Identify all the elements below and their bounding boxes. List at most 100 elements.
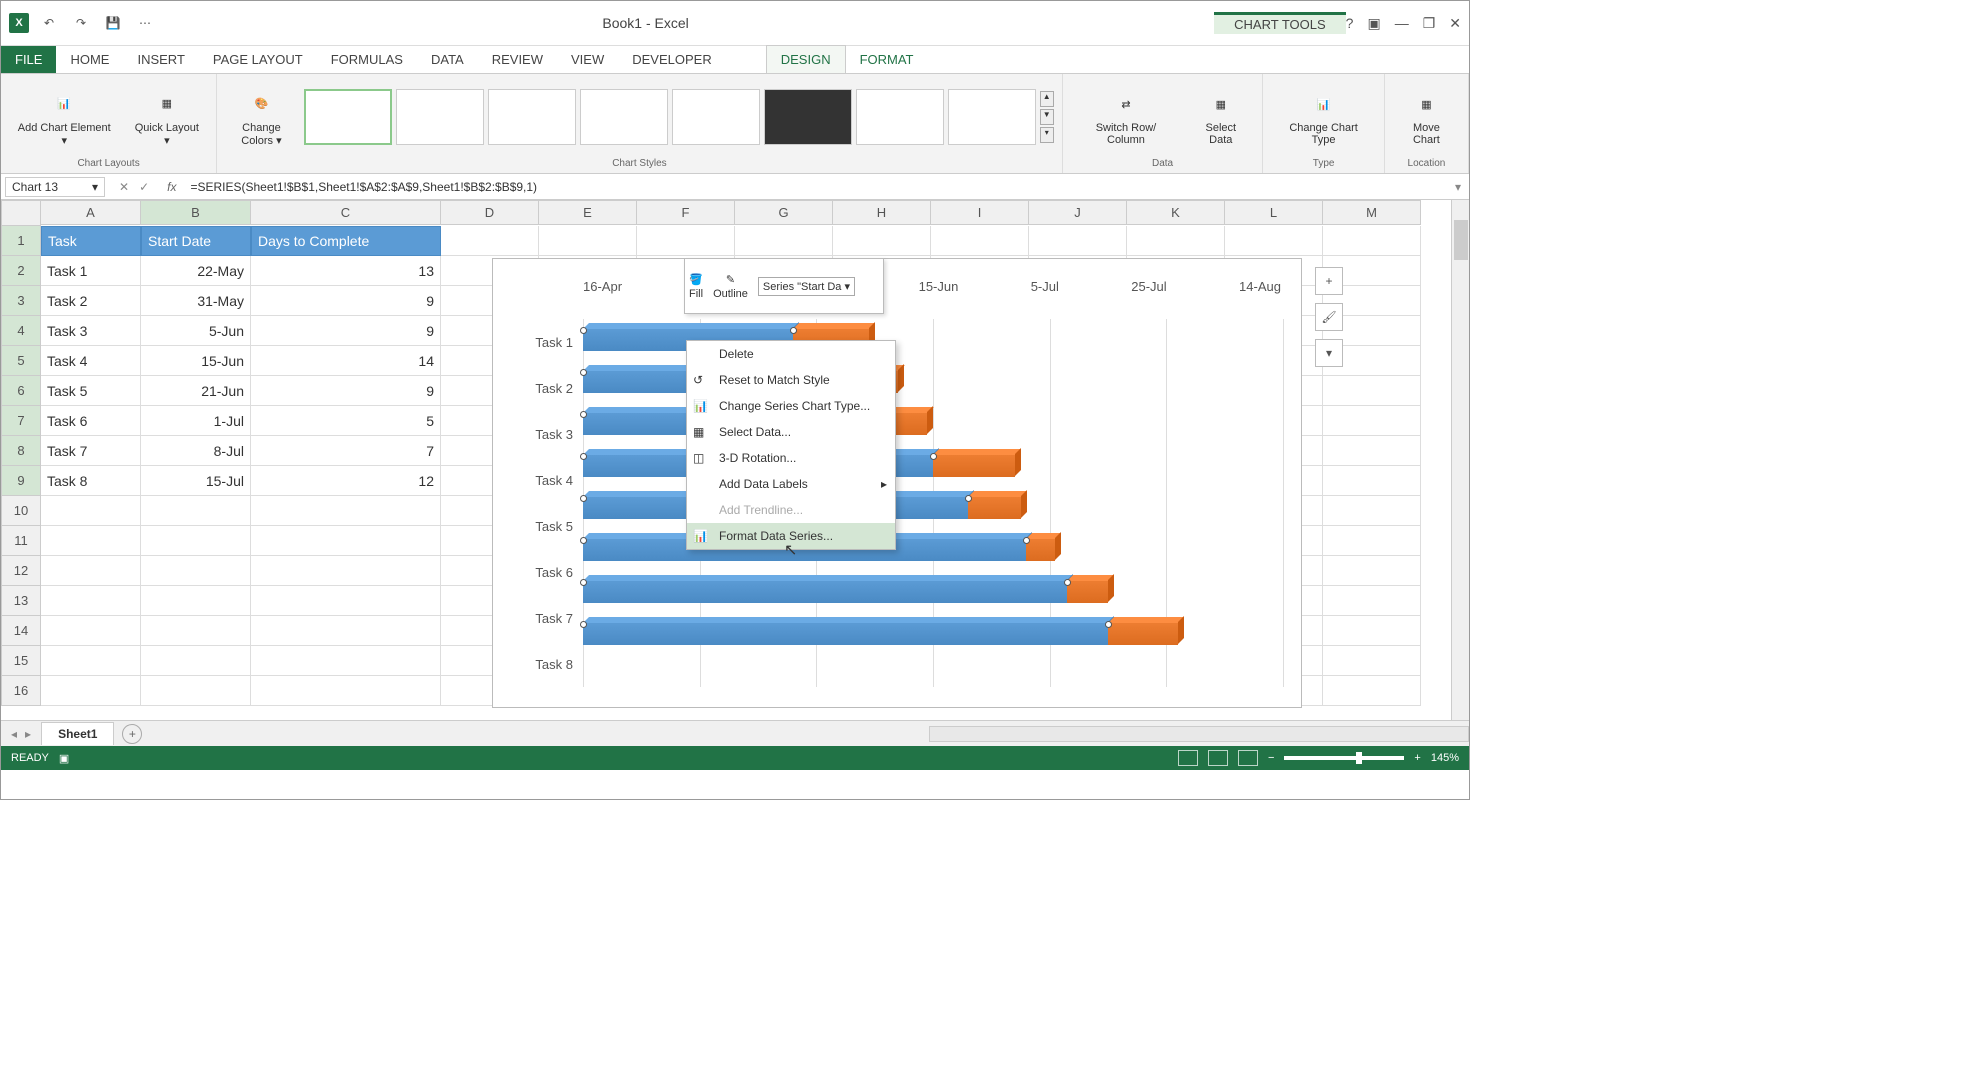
cell-M15[interactable]	[1323, 646, 1421, 676]
bar-duration-Task 7[interactable]	[1067, 581, 1108, 603]
cell-D1[interactable]	[441, 226, 539, 256]
chart-style-1[interactable]	[304, 89, 392, 145]
cell-A5[interactable]: Task 4	[41, 346, 141, 376]
cell-A6[interactable]: Task 5	[41, 376, 141, 406]
cell-M6[interactable]	[1323, 376, 1421, 406]
cell-A9[interactable]: Task 8	[41, 466, 141, 496]
col-B[interactable]: B	[141, 200, 251, 225]
col-H[interactable]: H	[833, 200, 931, 225]
cell-A2[interactable]: Task 1	[41, 256, 141, 286]
cell-A1[interactable]: Task	[41, 226, 141, 256]
cell-A16[interactable]	[41, 676, 141, 706]
cell-B1[interactable]: Start Date	[141, 226, 251, 256]
mini-outline-button[interactable]: ✎ Outline	[713, 273, 748, 300]
cell-L1[interactable]	[1225, 226, 1323, 256]
col-E[interactable]: E	[539, 200, 637, 225]
tab-review[interactable]: REVIEW	[478, 46, 557, 73]
cell-B3[interactable]: 31-May	[141, 286, 251, 316]
move-chart-button[interactable]: ▦ Move Chart	[1393, 84, 1460, 150]
mini-series-select[interactable]: Series "Start Da ▾	[758, 277, 855, 296]
cell-C6[interactable]: 9	[251, 376, 441, 406]
col-I[interactable]: I	[931, 200, 1029, 225]
add-chart-element-button[interactable]: 📊 Add Chart Element ▾	[9, 84, 120, 151]
cancel-formula-button[interactable]: ✕	[119, 180, 129, 194]
chart-style-7[interactable]	[856, 89, 944, 145]
cell-C4[interactable]: 9	[251, 316, 441, 346]
row-5[interactable]: 5	[1, 346, 41, 376]
vertical-scrollbar[interactable]	[1451, 200, 1469, 720]
cell-B12[interactable]	[141, 556, 251, 586]
zoom-out-button[interactable]: −	[1268, 752, 1274, 764]
col-K[interactable]: K	[1127, 200, 1225, 225]
cell-C2[interactable]: 13	[251, 256, 441, 286]
bar-start-Task 7[interactable]	[583, 581, 1067, 603]
tab-insert[interactable]: INSERT	[123, 46, 198, 73]
cell-M16[interactable]	[1323, 676, 1421, 706]
ctx-select-data[interactable]: ▦Select Data...	[687, 419, 895, 445]
row-15[interactable]: 15	[1, 646, 41, 676]
col-A[interactable]: A	[41, 200, 141, 225]
page-break-view-button[interactable]	[1238, 750, 1258, 766]
chart-elements-button[interactable]: +	[1315, 267, 1343, 295]
cell-M9[interactable]	[1323, 466, 1421, 496]
ctx-reset[interactable]: ↺Reset to Match Style	[687, 367, 895, 393]
quick-layout-button[interactable]: ▦ Quick Layout ▾	[126, 84, 209, 151]
redo-button[interactable]: ↷	[69, 11, 93, 35]
switch-row-column-button[interactable]: ⇄ Switch Row/ Column	[1071, 84, 1181, 150]
chart-style-8[interactable]	[948, 89, 1036, 145]
chart-style-2[interactable]	[396, 89, 484, 145]
tab-formulas[interactable]: FORMULAS	[317, 46, 417, 73]
col-F[interactable]: F	[637, 200, 735, 225]
cell-C8[interactable]: 7	[251, 436, 441, 466]
cell-B16[interactable]	[141, 676, 251, 706]
cell-F1[interactable]	[637, 226, 735, 256]
cell-M10[interactable]	[1323, 496, 1421, 526]
cell-A14[interactable]	[41, 616, 141, 646]
cell-E1[interactable]	[539, 226, 637, 256]
cell-B14[interactable]	[141, 616, 251, 646]
cell-C13[interactable]	[251, 586, 441, 616]
formula-input[interactable]: =SERIES(Sheet1!$B$1,Sheet1!$A$2:$A$9,She…	[184, 178, 1447, 196]
cell-C15[interactable]	[251, 646, 441, 676]
row-13[interactable]: 13	[1, 586, 41, 616]
chart-style-5[interactable]	[672, 89, 760, 145]
chart-style-3[interactable]	[488, 89, 576, 145]
change-colors-button[interactable]: 🎨 Change Colors ▾	[225, 84, 298, 151]
cell-B7[interactable]: 1-Jul	[141, 406, 251, 436]
page-layout-view-button[interactable]	[1208, 750, 1228, 766]
cell-B8[interactable]: 8-Jul	[141, 436, 251, 466]
col-J[interactable]: J	[1029, 200, 1127, 225]
row-3[interactable]: 3	[1, 286, 41, 316]
ctx-format-data-series[interactable]: 📊Format Data Series...	[687, 523, 895, 549]
cell-A10[interactable]	[41, 496, 141, 526]
macro-record-icon[interactable]: ▣	[59, 752, 69, 765]
help-button[interactable]: ?	[1346, 15, 1354, 32]
cell-C11[interactable]	[251, 526, 441, 556]
bar-duration-Task 8[interactable]	[1108, 623, 1178, 645]
row-9[interactable]: 9	[1, 466, 41, 496]
undo-button[interactable]: ↶	[37, 11, 61, 35]
row-12[interactable]: 12	[1, 556, 41, 586]
cell-K1[interactable]	[1127, 226, 1225, 256]
qat-more[interactable]: ⋯	[133, 11, 157, 35]
ctx-add-data-labels[interactable]: Add Data Labels▸	[687, 471, 895, 497]
cell-B4[interactable]: 5-Jun	[141, 316, 251, 346]
add-sheet-button[interactable]: +	[122, 724, 142, 744]
embedded-chart[interactable]: 16-Apr6-May26-May15-Jun5-Jul25-Jul14-Aug…	[492, 258, 1302, 708]
row-7[interactable]: 7	[1, 406, 41, 436]
close-button[interactable]: ✕	[1449, 15, 1461, 32]
chart-style-6[interactable]	[764, 89, 852, 145]
row-10[interactable]: 10	[1, 496, 41, 526]
cell-B15[interactable]	[141, 646, 251, 676]
cell-A7[interactable]: Task 6	[41, 406, 141, 436]
cell-I1[interactable]	[931, 226, 1029, 256]
y-axis[interactable]: Task 1Task 2Task 3Task 4Task 5Task 6Task…	[503, 319, 573, 687]
sheet-tab-sheet1[interactable]: Sheet1	[41, 722, 114, 745]
cell-M8[interactable]	[1323, 436, 1421, 466]
accept-formula-button[interactable]: ✓	[139, 180, 149, 194]
zoom-in-button[interactable]: +	[1414, 752, 1420, 764]
cell-B13[interactable]	[141, 586, 251, 616]
cell-A12[interactable]	[41, 556, 141, 586]
select-all-corner[interactable]	[1, 200, 41, 226]
tab-format[interactable]: FORMAT	[846, 46, 928, 73]
